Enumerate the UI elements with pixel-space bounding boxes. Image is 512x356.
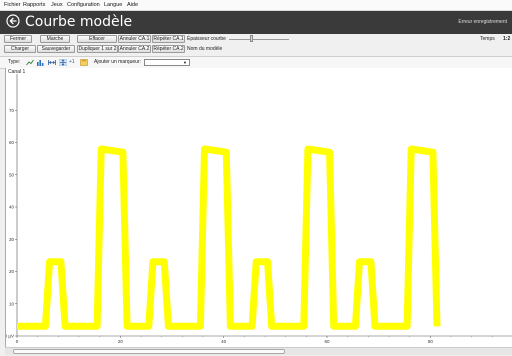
y-tick-label: 50 — [9, 172, 15, 177]
menu-bar: Fichier Rapports Jeux Configuration Lang… — [0, 0, 512, 11]
menu-item-jeux[interactable]: Jeux — [51, 2, 63, 8]
horizontal-zoom-icon[interactable] — [48, 59, 56, 66]
status-text: Erreur enregistrement — [458, 19, 507, 25]
x-tick-label: 20 — [118, 339, 124, 344]
x-tick-label: 40 — [221, 339, 227, 344]
toolbar-row-2: Charger Sauvegarder Dupliquer 1 sur 2 An… — [0, 45, 512, 54]
thickness-slider-track[interactable] — [229, 39, 289, 40]
effacer-button[interactable]: Effacer — [77, 35, 117, 43]
temps-label: Temps — [480, 36, 495, 42]
chevron-down-icon: ▼ — [183, 60, 187, 65]
repeter-ca1-button[interactable]: Répéter CA.1 — [152, 35, 185, 43]
scrollbar-thumb[interactable] — [13, 349, 285, 354]
repeter-ca2-button[interactable]: Répéter CA.2 — [152, 45, 185, 53]
menu-item-aide[interactable]: Aide — [127, 2, 138, 8]
y-tick-label: 10 — [9, 301, 15, 306]
y-tick-label: 70 — [9, 108, 15, 113]
x-tick-label: 60 — [324, 339, 330, 344]
chart-panel: Canal 1 0 µV10203040506070020406080 — [5, 68, 512, 348]
y-tick-label: 20 — [9, 269, 15, 274]
bar-chart-icon[interactable] — [36, 59, 44, 66]
y-tick-label: 30 — [9, 237, 15, 242]
nom-modele-label: Nom du modèle — [187, 46, 223, 52]
dupliquer-button[interactable]: Dupliquer 1 sur 2 — [77, 45, 118, 53]
marche-button[interactable]: Marche — [40, 35, 70, 43]
title-bar: Courbe modèle Erreur enregistrement — [0, 11, 512, 34]
vertical-zoom-icon[interactable] — [59, 59, 67, 66]
menu-item-configuration[interactable]: Configuration — [67, 2, 100, 8]
line-chart-icon[interactable] — [26, 59, 34, 66]
page-title: Courbe modèle — [25, 14, 133, 30]
horizontal-scrollbar[interactable] — [5, 347, 512, 355]
signal-chart[interactable]: 0 µV 10 20 30 40 50 60 70 0 20 40 60 80 — [6, 68, 512, 348]
x-tick-label: 0 — [16, 339, 19, 344]
fermer-button[interactable]: Fermer — [4, 35, 32, 43]
menu-item-langue[interactable]: Langue — [104, 2, 122, 8]
back-arrow-icon[interactable] — [6, 14, 20, 28]
marker-label: Ajouter un marqueur: — [94, 59, 141, 65]
y-tick-label: 0 µV — [6, 334, 14, 339]
annuler-ca2-button[interactable]: Annuler CA.2 — [118, 45, 151, 53]
temps-value: 1:2 — [503, 36, 511, 42]
thickness-slider-thumb[interactable] — [250, 35, 253, 42]
marker-select[interactable]: ▼ — [144, 59, 190, 66]
annuler-ca1-button[interactable]: Annuler CA.1 — [118, 35, 151, 43]
y-tick-label: 60 — [9, 140, 15, 145]
sauvegarder-button[interactable]: Sauvegarder — [37, 45, 75, 53]
menu-item-fichier[interactable]: Fichier — [4, 2, 21, 8]
x-tick-label: 80 — [428, 339, 434, 344]
epaisseur-label: Épaisseur courbe — [187, 36, 226, 42]
signal-line — [17, 145, 441, 330]
y-tick-label: 40 — [9, 205, 15, 210]
scale-label[interactable]: +1 — [69, 59, 75, 65]
charger-button[interactable]: Charger — [4, 45, 36, 53]
marker-icon[interactable] — [80, 59, 88, 66]
type-label: Type: — [8, 59, 21, 65]
menu-item-rapports[interactable]: Rapports — [23, 2, 45, 8]
